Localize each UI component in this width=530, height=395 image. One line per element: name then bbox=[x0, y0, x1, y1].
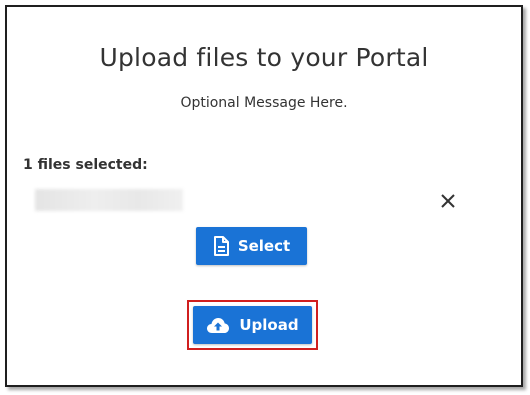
files-selected-label: 1 files selected: bbox=[23, 157, 148, 173]
upload-dialog: Upload files to your Portal Optional Mes… bbox=[5, 5, 523, 387]
selected-file-name-redacted bbox=[35, 189, 183, 211]
select-button-label: Select bbox=[237, 237, 291, 255]
dialog-message: Optional Message Here. bbox=[180, 95, 348, 111]
upload-button[interactable]: Upload bbox=[193, 306, 312, 344]
upload-button-label: Upload bbox=[239, 316, 299, 334]
document-icon bbox=[213, 236, 229, 256]
remove-file-button[interactable] bbox=[438, 191, 458, 211]
dialog-title: Upload files to your Portal bbox=[99, 43, 429, 72]
close-icon bbox=[441, 194, 455, 208]
select-button[interactable]: Select bbox=[196, 227, 307, 265]
cloud-upload-icon bbox=[207, 318, 230, 333]
